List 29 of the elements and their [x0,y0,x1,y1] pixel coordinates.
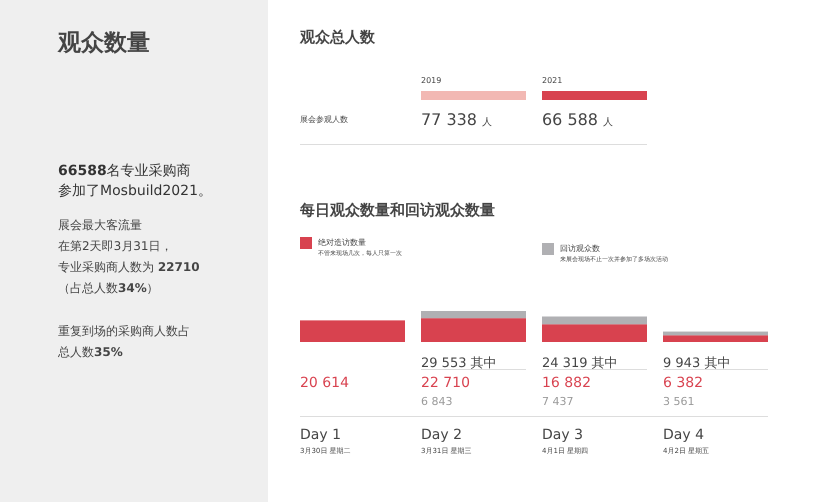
summary-paragraph: 展会最大客流量 在第2天即3月31日， 专业采购商人数为 22710 （占总人数34%） [58,216,200,296]
page-title: 观众数量 [58,29,150,58]
summary-paragraph: 66588名专业采购商 参加了Mosbuild2021。 [58,162,212,200]
day-label: Day 1 [300,426,342,445]
returning-count: 3 561 [663,394,694,410]
unique-count: 20 614 [300,374,349,393]
legend-label: 回访观众数 [560,243,600,255]
year-label: 2019 [421,74,442,86]
visitor-count: 66 588 人 [542,108,614,130]
unique-count: 6 382 [663,374,704,393]
summary-paragraph: 重复到场的采购商人数占 总人数35% [58,322,190,360]
day-label: Day 2 [421,426,462,445]
legend-swatch [542,243,554,255]
returning-count: 7 437 [542,394,574,410]
year-label: 2021 [542,74,562,86]
unique-count: 16 882 [542,374,591,393]
day-label: Day 4 [663,426,704,445]
legend-swatch [300,237,312,249]
visitor-count: 77 338 人 [421,108,492,130]
section-title: 观众总人数 [300,27,375,48]
row-label: 展会参观人数 [300,114,349,126]
section-title: 每日观众数量和回访观众数量 [300,200,495,220]
day-total: 24 319 其中 [542,356,618,371]
day-label: Day 3 [542,426,584,445]
unique-count: 22 710 [421,374,470,393]
day-total: 29 553 其中 [421,356,497,371]
legend-label: 绝对造访数量 [318,237,366,249]
returning-count: 6 843 [421,394,452,410]
day-total: 9 943 其中 [663,356,730,371]
